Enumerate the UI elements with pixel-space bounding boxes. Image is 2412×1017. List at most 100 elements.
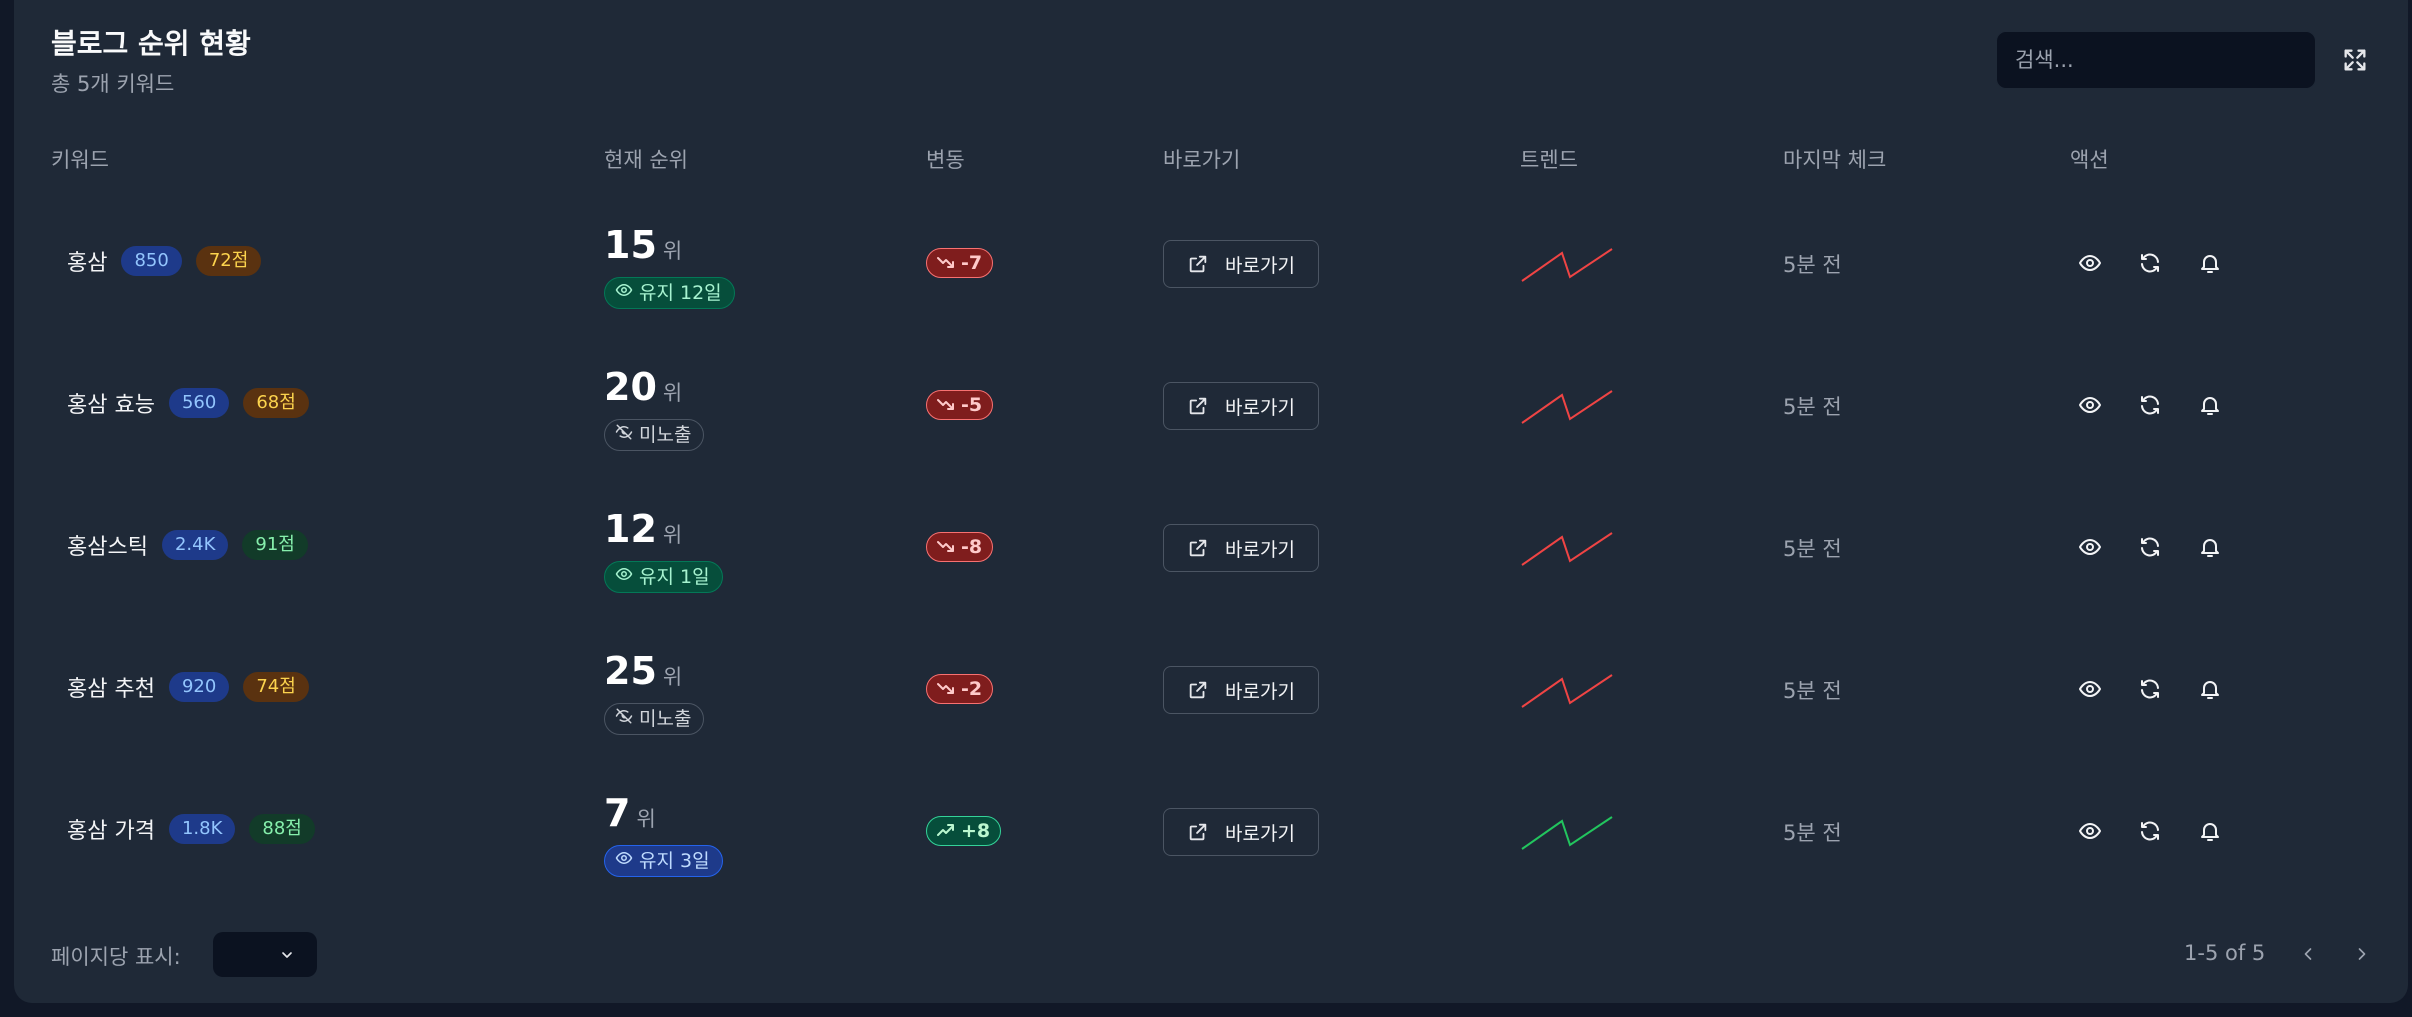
rank-status-text: 유지 12일 xyxy=(639,282,722,304)
rank-status-text: 유지 3일 xyxy=(639,850,710,872)
ranking-panel: 블로그 순위 현황 총 5개 키워드 키워드 현재 순위 변동 바로가기 트렌드… xyxy=(14,0,2408,1003)
rank-change-badge: +8 xyxy=(926,816,1002,846)
rank-cell: 7위 xyxy=(604,791,656,835)
trend-down-icon xyxy=(937,257,954,268)
view-button[interactable] xyxy=(2076,533,2104,561)
open-link-button[interactable]: 바로가기 xyxy=(1163,524,1319,572)
alert-button[interactable] xyxy=(2196,675,2224,703)
score-badge: 68점 xyxy=(243,388,309,418)
keyword-cell: 홍삼 850 72점 xyxy=(67,245,262,277)
alert-button[interactable] xyxy=(2196,533,2224,561)
open-link-button[interactable]: 바로가기 xyxy=(1163,808,1319,856)
rank-status-badge: 유지 1일 xyxy=(604,561,723,593)
rank-cell: 25 위 xyxy=(604,649,682,693)
last-check-time: 5분 전 xyxy=(1783,395,1842,419)
fullscreen-button[interactable] xyxy=(2341,46,2369,74)
alert-button[interactable] xyxy=(2196,391,2224,419)
eye-icon xyxy=(615,284,633,296)
table-row: 홍삼 가격 1.8K 88점 7위 유지 3일 +8 바로가기 5분 전 xyxy=(14,763,2408,905)
rank-status-text: 미노출 xyxy=(639,424,692,446)
per-page-select[interactable] xyxy=(213,932,317,977)
search-input[interactable] xyxy=(1996,31,2316,89)
refresh-icon xyxy=(2141,537,2159,557)
keyword-text: 홍삼스틱 xyxy=(67,535,148,560)
rank-change-value: -8 xyxy=(961,536,983,558)
trend-sparkline xyxy=(1521,816,1613,850)
eye-icon xyxy=(2079,823,2101,839)
refresh-button[interactable] xyxy=(2136,533,2164,561)
rank-number: 25 xyxy=(604,649,657,693)
refresh-icon xyxy=(2141,253,2159,273)
keyword-cell: 홍삼 효능 560 68점 xyxy=(67,387,309,419)
rank-status-badge: 유지 3일 xyxy=(604,845,723,877)
page-title: 블로그 순위 현황 xyxy=(51,27,251,60)
table-row: 홍삼 850 72점 15 위 유지 12일 -7 바로가기 5분 전 xyxy=(14,195,2408,337)
alert-button[interactable] xyxy=(2196,249,2224,277)
rank-change-value: -7 xyxy=(961,252,983,274)
refresh-icon xyxy=(2141,821,2159,841)
open-link-button[interactable]: 바로가기 xyxy=(1163,382,1319,430)
header-change: 변동 xyxy=(926,148,965,172)
search-volume-badge: 850 xyxy=(121,246,182,276)
open-link-label: 바로가기 xyxy=(1225,538,1295,561)
header-actions: 액션 xyxy=(2070,148,2109,172)
bell-icon xyxy=(2201,255,2219,273)
external-link-icon xyxy=(1189,397,1207,415)
bell-icon xyxy=(2201,397,2219,415)
open-link-button[interactable]: 바로가기 xyxy=(1163,666,1319,714)
open-link-label: 바로가기 xyxy=(1225,822,1295,845)
next-page-button[interactable] xyxy=(2348,938,2376,970)
keyword-cell: 홍삼스틱 2.4K 91점 xyxy=(67,529,308,561)
eye-icon xyxy=(615,852,633,864)
rank-number: 15 xyxy=(604,223,657,267)
alert-button[interactable] xyxy=(2196,817,2224,845)
score-badge: 91점 xyxy=(242,530,308,560)
rank-status-badge: 유지 12일 xyxy=(604,277,735,309)
open-link-button[interactable]: 바로가기 xyxy=(1163,240,1319,288)
table-row: 홍삼 추천 920 74점 25 위 미노출 -2 바로가기 5분 전 xyxy=(14,621,2408,763)
eye-off-icon xyxy=(615,708,633,724)
header-rank: 현재 순위 xyxy=(604,148,688,172)
refresh-icon xyxy=(2141,679,2159,699)
view-button[interactable] xyxy=(2076,675,2104,703)
chevron-left-icon xyxy=(2304,948,2312,960)
trend-line xyxy=(1521,390,1613,424)
row-actions xyxy=(2076,391,2224,419)
open-link-label: 바로가기 xyxy=(1225,680,1295,703)
table-row: 홍삼 효능 560 68점 20 위 미노출 -5 바로가기 5분 전 xyxy=(14,337,2408,479)
external-link-icon xyxy=(1189,539,1207,557)
view-button[interactable] xyxy=(2076,249,2104,277)
expand-icon xyxy=(2344,49,2366,71)
trend-line xyxy=(1521,532,1613,566)
eye-icon xyxy=(2079,539,2101,555)
keyword-text: 홍삼 xyxy=(67,251,108,276)
search-volume-badge: 560 xyxy=(168,388,230,418)
keyword-text: 홍삼 가격 xyxy=(67,819,155,844)
view-button[interactable] xyxy=(2076,391,2104,419)
eye-icon xyxy=(2079,255,2101,271)
rank-number: 7 xyxy=(604,791,631,835)
last-check-time: 5분 전 xyxy=(1783,821,1842,845)
external-link-icon xyxy=(1189,681,1207,699)
refresh-button[interactable] xyxy=(2136,391,2164,419)
row-actions xyxy=(2076,249,2224,277)
rank-change-value: -2 xyxy=(961,678,983,700)
search-volume-badge: 2.4K xyxy=(161,530,229,560)
keyword-text: 홍삼 효능 xyxy=(67,393,155,418)
keyword-cell: 홍삼 추천 920 74점 xyxy=(67,671,309,703)
prev-page-button[interactable] xyxy=(2294,938,2322,970)
refresh-button[interactable] xyxy=(2136,817,2164,845)
row-actions xyxy=(2076,533,2224,561)
trend-sparkline xyxy=(1521,532,1613,566)
refresh-icon xyxy=(2141,395,2159,415)
per-page-label: 페이지당 표시: xyxy=(51,945,181,969)
trend-sparkline xyxy=(1521,390,1613,424)
refresh-button[interactable] xyxy=(2136,249,2164,277)
header-trend: 트렌드 xyxy=(1520,148,1578,172)
rank-cell: 15 위 xyxy=(604,223,682,267)
trend-sparkline xyxy=(1521,248,1613,282)
view-button[interactable] xyxy=(2076,817,2104,845)
rank-unit: 위 xyxy=(662,239,683,263)
search-volume-badge: 1.8K xyxy=(168,814,236,844)
refresh-button[interactable] xyxy=(2136,675,2164,703)
